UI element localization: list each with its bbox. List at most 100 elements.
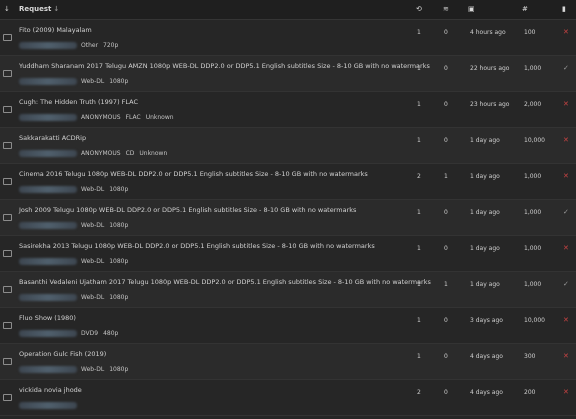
bounty-amount: 1,000 xyxy=(524,173,542,180)
request-age: 1 day ago xyxy=(470,209,500,216)
request-tag: ANONYMOUS xyxy=(81,150,121,157)
bounty-amount: 200 xyxy=(524,389,536,396)
leechers-count: 0 xyxy=(444,101,448,108)
seeders-count: 1 xyxy=(417,245,421,252)
request-title-link[interactable]: Sakkarakatti ACDRip xyxy=(19,134,86,142)
unfilled-status-icon: ✕ xyxy=(563,136,569,144)
seeders-count: 1 xyxy=(417,317,421,324)
requester-avatar[interactable] xyxy=(19,402,77,409)
table-row[interactable]: Fluo Show (1980) DVD9 480p 1 0 3 days ago 10,0… xyxy=(0,308,576,344)
requester-avatar[interactable] xyxy=(19,78,77,85)
leechers-count: 1 xyxy=(444,281,448,288)
request-tag: 1080p xyxy=(109,78,129,85)
seeders-count: 2 xyxy=(417,389,421,396)
request-title-link[interactable]: Basanthi Vedaleni Ujatham 2017 Telugu 10… xyxy=(19,278,431,286)
category-icon xyxy=(3,286,12,293)
request-meta: Other 720p xyxy=(19,42,123,49)
table-row[interactable]: vickida novia jhode 2 0 4 days ago 200 ✕ xyxy=(0,380,576,416)
request-tag: DVD9 xyxy=(81,330,99,337)
request-meta xyxy=(19,402,81,409)
signal-icon[interactable]: ▮ xyxy=(562,5,566,13)
request-tag: 480p xyxy=(103,330,119,337)
request-age: 1 day ago xyxy=(470,137,500,144)
requests-table: ↓ Request ↓ ⟲ ≋ ▣ # ▮ Fito (2009) Malayal… xyxy=(0,0,576,419)
table-row[interactable]: Sasirekha 2013 Telugu 1080p WEB-DL DDP2.… xyxy=(0,236,576,272)
table-row[interactable]: Josh 2009 Telugu 1080p WEB-DL DDP2.0 or … xyxy=(0,200,576,236)
category-icon xyxy=(3,322,12,329)
request-tag: Web-DL xyxy=(81,222,105,229)
leechers-count: 0 xyxy=(444,137,448,144)
table-header: ↓ Request ↓ ⟲ ≋ ▣ # ▮ xyxy=(0,0,576,20)
requester-avatar[interactable] xyxy=(19,294,77,301)
request-title-link[interactable]: Fito (2009) Malayalam xyxy=(19,26,92,34)
unfilled-status-icon: ✕ xyxy=(563,172,569,180)
request-tag: Web-DL xyxy=(81,258,105,265)
bounty-amount: 100 xyxy=(524,29,536,36)
table-row[interactable]: Sakkarakatti ACDRip ANONYMOUS CD Unknown 1 0 1… xyxy=(0,128,576,164)
unfilled-status-icon: ✕ xyxy=(563,28,569,36)
bounty-amount: 1,000 xyxy=(524,245,542,252)
request-title-link[interactable]: Josh 2009 Telugu 1080p WEB-DL DDP2.0 or … xyxy=(19,206,356,214)
request-age: 1 day ago xyxy=(470,173,500,180)
request-age: 22 hours ago xyxy=(470,65,510,72)
unfilled-status-icon: ✕ xyxy=(563,316,569,324)
request-tag: Unknown xyxy=(145,114,174,121)
seeders-count: 1 xyxy=(417,101,421,108)
hash-icon[interactable]: # xyxy=(522,5,528,13)
request-tag: Web-DL xyxy=(81,294,105,301)
request-meta: ANONYMOUS CD Unknown xyxy=(19,150,172,157)
table-row[interactable]: Cugh: The Hidden Truth (1997) FLAC ANONYM… xyxy=(0,92,576,128)
seeders-count: 1 xyxy=(417,353,421,360)
category-icon xyxy=(3,358,12,365)
request-age: 1 day ago xyxy=(470,245,500,252)
leechers-count: 0 xyxy=(444,65,448,72)
requester-avatar[interactable] xyxy=(19,186,77,193)
bounty-amount: 10,000 xyxy=(524,137,545,144)
calendar-icon[interactable]: ▣ xyxy=(468,5,475,13)
table-row[interactable]: Basanthi Vedaleni Ujatham 2017 Telugu 10… xyxy=(0,272,576,308)
request-age: 1 day ago xyxy=(470,281,500,288)
request-meta: Web-DL 1080p xyxy=(19,366,133,373)
request-title-link[interactable]: Yuddham Sharanam 2017 Telugu AMZN 1080p … xyxy=(19,62,430,70)
request-column-header[interactable]: Request ↓ xyxy=(19,5,59,13)
requester-avatar[interactable] xyxy=(19,42,77,49)
filled-status-icon: ✓ xyxy=(563,64,569,72)
table-row[interactable]: Fito (2009) Malayalam Other 720p 1 0 4 hours … xyxy=(0,20,576,56)
request-title-link[interactable]: Cinema 2016 Telugu 1080p WEB-DL DDP2.0 o… xyxy=(19,170,368,178)
request-title-link[interactable]: Cugh: The Hidden Truth (1997) FLAC xyxy=(19,98,138,106)
request-tag: 1080p xyxy=(109,186,129,193)
bounty-amount: 10,000 xyxy=(524,317,545,324)
requester-avatar[interactable] xyxy=(19,330,77,337)
requester-avatar[interactable] xyxy=(19,366,77,373)
seeders-count: 1 xyxy=(417,29,421,36)
seeders-count: 1 xyxy=(417,281,421,288)
seeders-icon[interactable]: ⟲ xyxy=(416,5,422,13)
category-icon xyxy=(3,70,12,77)
leechers-count: 0 xyxy=(444,245,448,252)
request-title-link[interactable]: Sasirekha 2013 Telugu 1080p WEB-DL DDP2.… xyxy=(19,242,375,250)
request-meta: Web-DL 1080p xyxy=(19,222,133,229)
request-header-label: Request xyxy=(19,5,52,13)
request-age: 3 days ago xyxy=(470,317,503,324)
requester-avatar[interactable] xyxy=(19,114,77,121)
seeders-count: 1 xyxy=(417,209,421,216)
table-row[interactable]: Cinema 2016 Telugu 1080p WEB-DL DDP2.0 o… xyxy=(0,164,576,200)
sort-direction-icon: ↓ xyxy=(53,5,60,13)
requester-avatar[interactable] xyxy=(19,150,77,157)
requester-avatar[interactable] xyxy=(19,222,77,229)
leechers-icon[interactable]: ≋ xyxy=(443,5,449,13)
request-tag: 1080p xyxy=(109,366,129,373)
leechers-count: 0 xyxy=(444,29,448,36)
request-age: 4 days ago xyxy=(470,353,503,360)
category-sort-icon[interactable]: ↓ xyxy=(4,5,10,13)
filled-status-icon: ✓ xyxy=(563,208,569,216)
requester-avatar[interactable] xyxy=(19,258,77,265)
request-meta: Web-DL 1080p xyxy=(19,186,133,193)
request-title-link[interactable]: vickida novia jhode xyxy=(19,386,82,394)
unfilled-status-icon: ✕ xyxy=(563,352,569,360)
table-row[interactable]: Yuddham Sharanam 2017 Telugu AMZN 1080p … xyxy=(0,56,576,92)
table-row[interactable]: Operation Gulc Fish (2019) Web-DL 1080p 1 0 4… xyxy=(0,344,576,380)
request-title-link[interactable]: Operation Gulc Fish (2019) xyxy=(19,350,106,358)
leechers-count: 0 xyxy=(444,317,448,324)
request-title-link[interactable]: Fluo Show (1980) xyxy=(19,314,76,322)
